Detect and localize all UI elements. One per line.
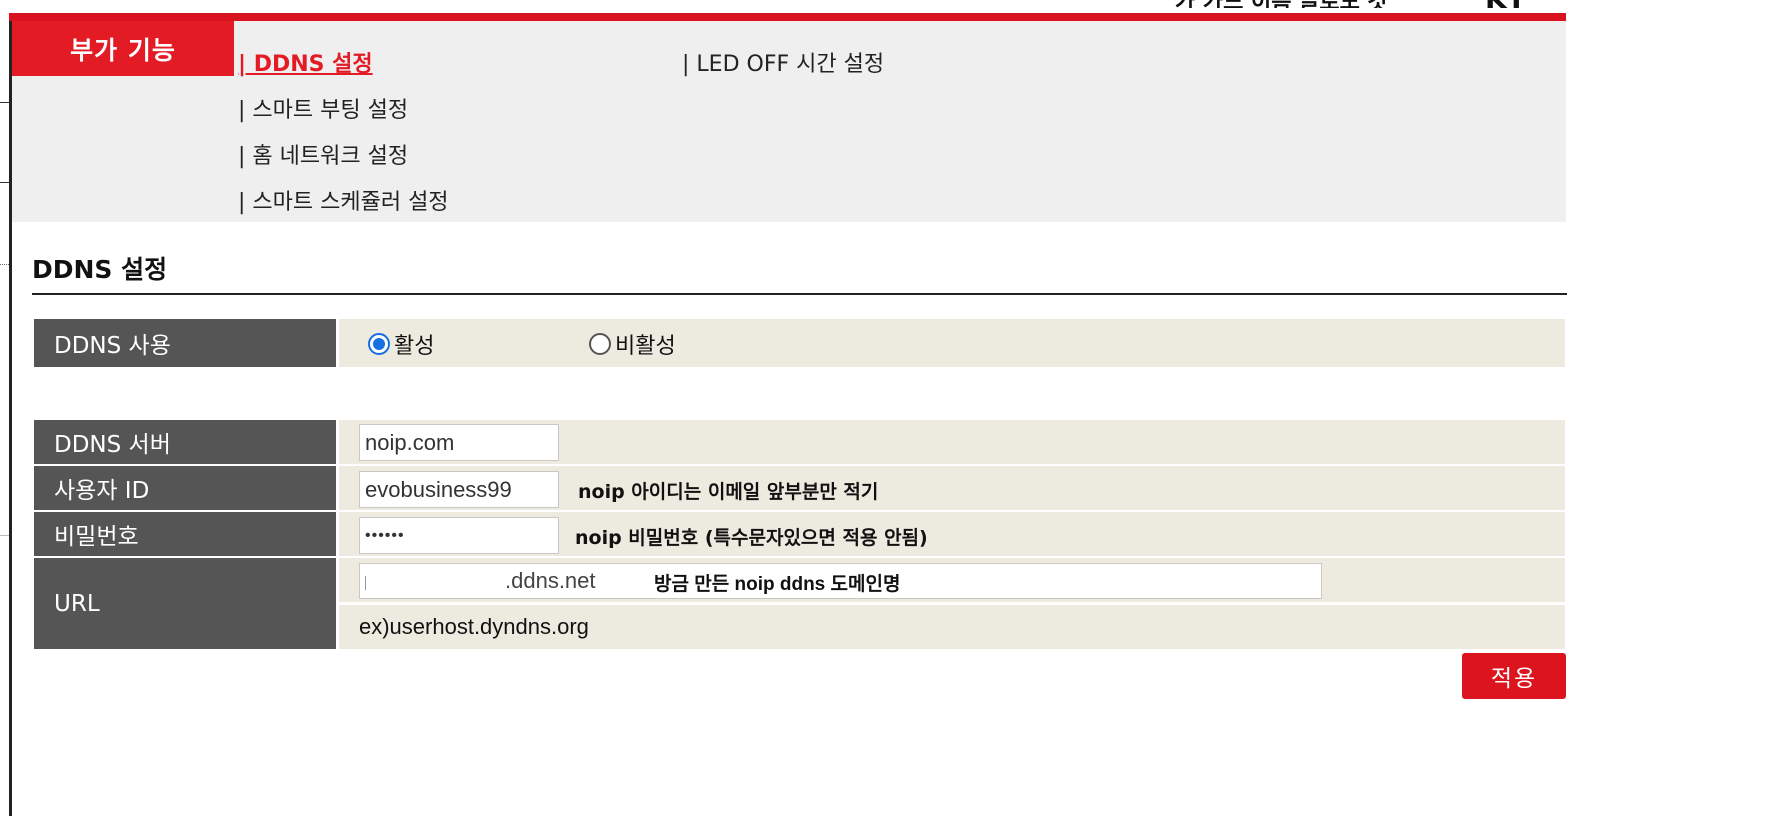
radio-unchecked-icon[interactable] (589, 333, 611, 355)
brand-logo-text: KT (1485, 0, 1526, 8)
ddns-enable-label: 활성 (394, 334, 435, 359)
header-red-bar (9, 13, 1566, 21)
url-example: ex)userhost.dyndns.org (359, 614, 589, 639)
menu-item-led-off[interactable]: | LED OFF 시간 설정 (682, 46, 884, 78)
user-id-hint: noip 아이디는 이메일 앞부분만 적기 (578, 481, 879, 503)
url-input[interactable]: .ddns.net 방금 만든 noip ddns 도메인명 (359, 563, 1322, 599)
apply-button[interactable]: 적용 (1462, 653, 1566, 699)
password-hint: noip 비밀번호 (특수문자있으면 적용 안됨) (575, 527, 928, 549)
url-note: 방금 만든 noip ddns 도메인명 (654, 574, 901, 595)
header-clipped-left: 가 가드 이름 글로도 갓 (1175, 0, 1388, 8)
ddns-disable-label: 비활성 (615, 334, 676, 359)
title-divider (32, 293, 1567, 295)
menu-item-smart-scheduler[interactable]: | 스마트 스케쥴러 설정 (238, 184, 449, 216)
password-input[interactable]: •••••• (359, 517, 559, 554)
left-divider (0, 182, 9, 183)
url-suffix: .ddns.net (505, 568, 596, 593)
submenu-section-label: 부가 기능 (12, 21, 234, 76)
left-divider (0, 264, 9, 266)
menu-item-ddns[interactable]: | DDNS 설정 (238, 46, 373, 78)
ddns-enable-radio[interactable]: 활성 (368, 328, 434, 360)
user-id-input[interactable]: evobusiness99 (359, 471, 559, 508)
ddns-use-label: DDNS 사용 (34, 319, 336, 367)
left-divider (0, 102, 9, 103)
ddns-server-input[interactable]: noip.com (359, 424, 559, 461)
header-clipped-text: 가 가드 이름 글로도 갓 KT (1175, 0, 1565, 8)
ddns-use-cell (339, 319, 1565, 367)
password-label: 비밀번호 (34, 512, 336, 556)
menu-item-smart-boot[interactable]: | 스마트 부팅 설정 (238, 92, 408, 124)
url-label: URL (34, 558, 336, 649)
user-id-label: 사용자 ID (34, 466, 336, 510)
ddns-disable-radio[interactable]: 비활성 (589, 328, 676, 360)
left-divider (0, 535, 9, 536)
ddns-server-label: DDNS 서버 (34, 420, 336, 464)
radio-checked-icon[interactable] (368, 333, 390, 355)
text-cursor (365, 576, 366, 590)
page-title: DDNS 설정 (32, 255, 168, 284)
menu-item-home-network[interactable]: | 홈 네트워크 설정 (238, 138, 408, 170)
